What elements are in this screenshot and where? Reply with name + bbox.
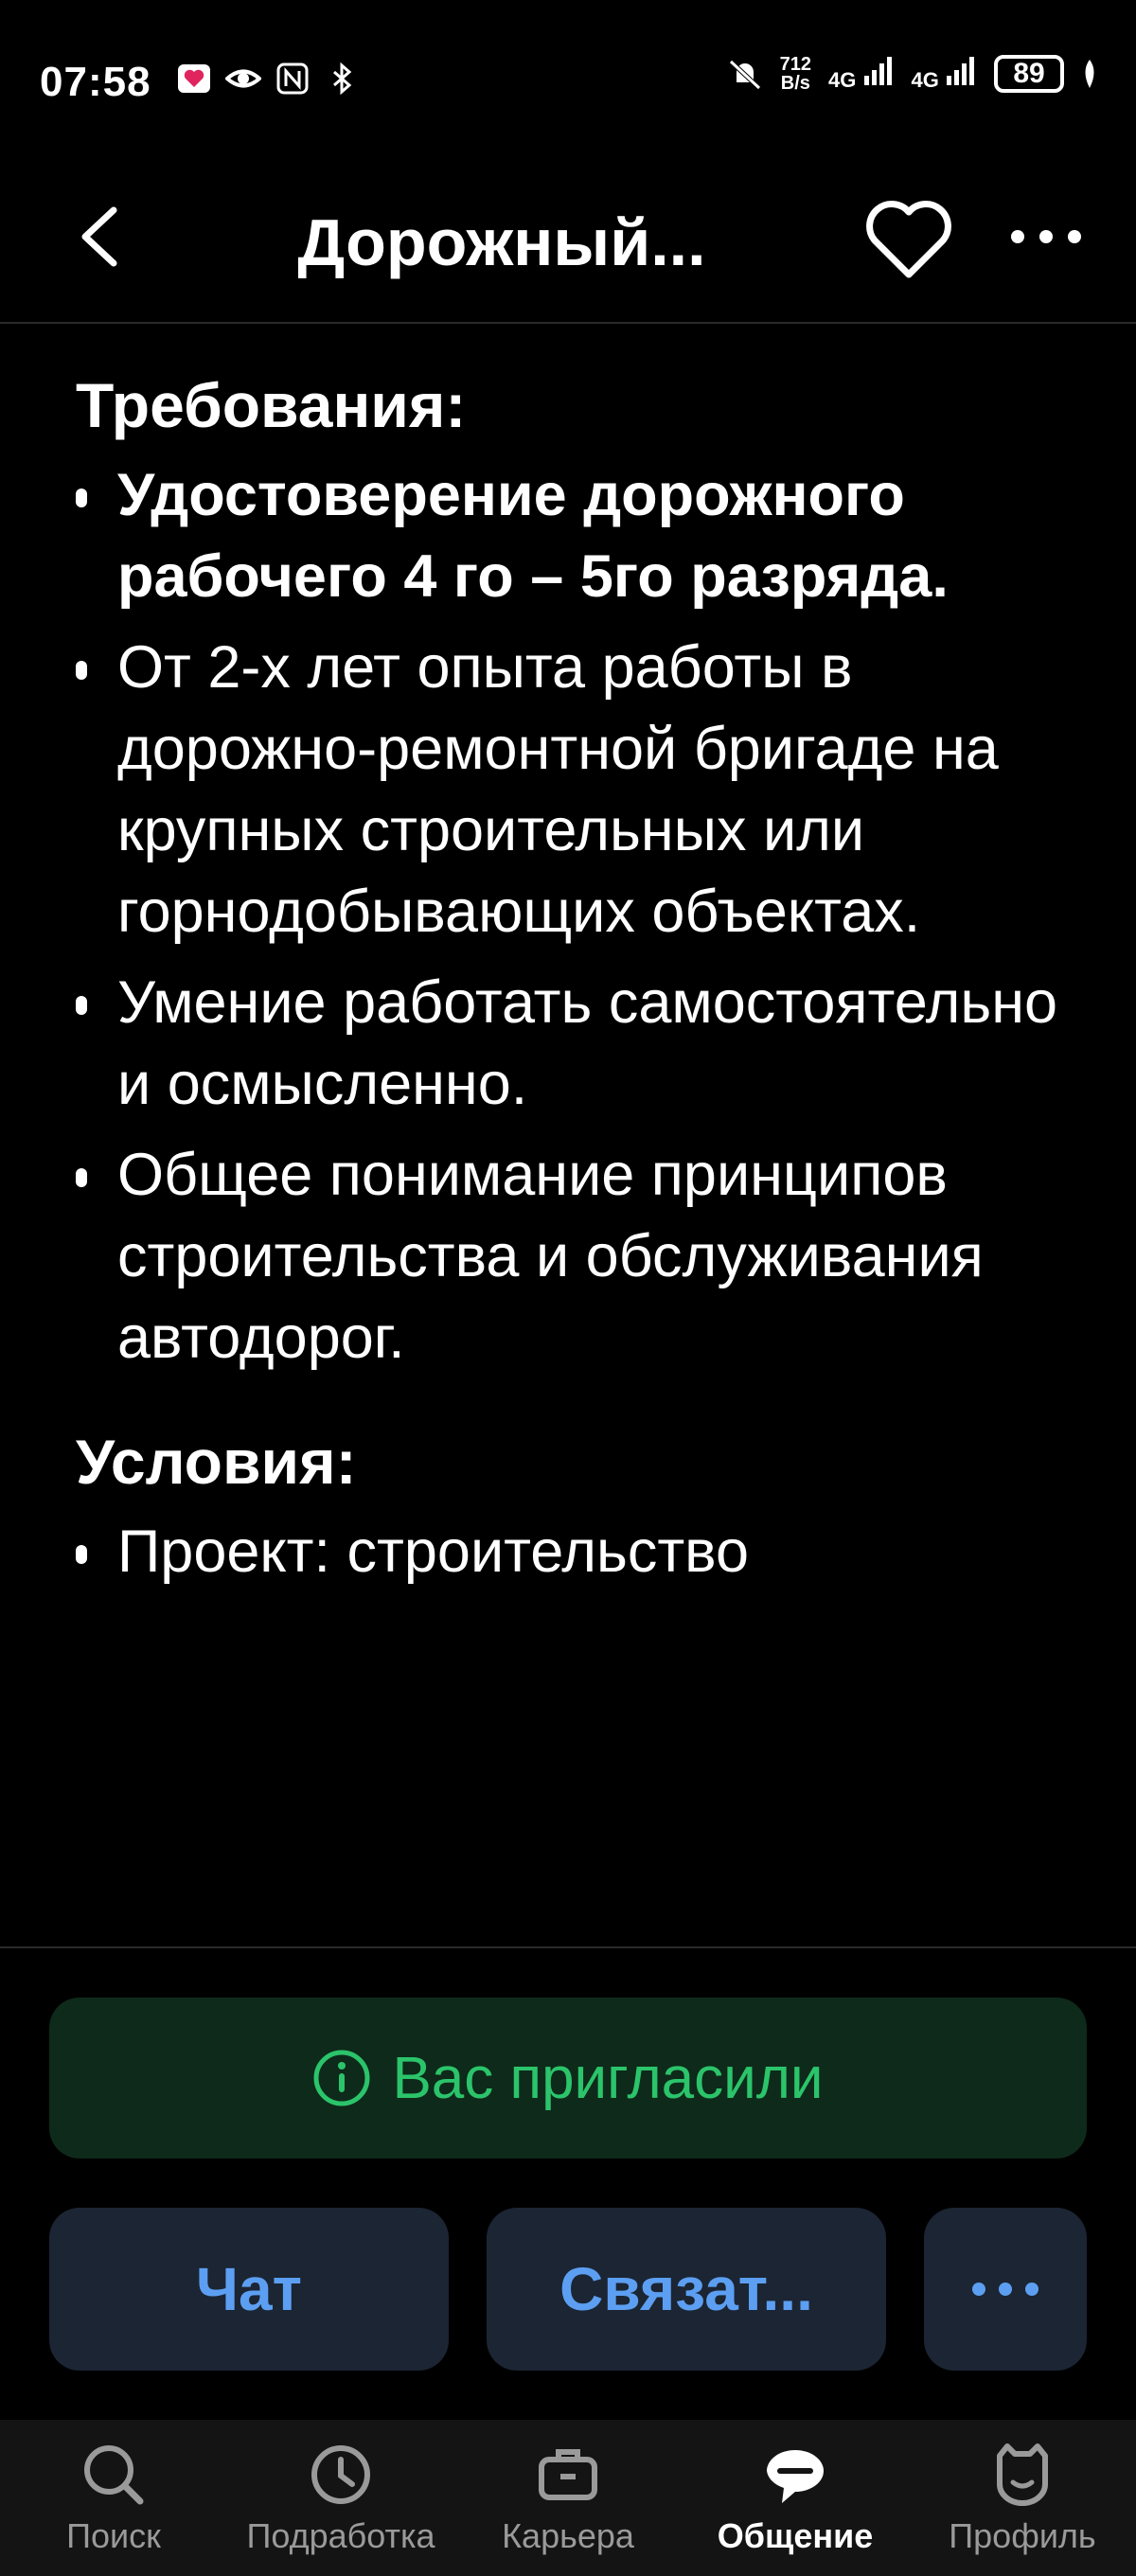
nav-label: Общение — [717, 2516, 874, 2555]
requirements-title: Требования: — [76, 370, 467, 440]
signal-1: 4G — [828, 55, 894, 93]
chat-bubble-icon — [767, 2450, 824, 2503]
nav-label: Подработка — [246, 2516, 435, 2555]
status-left-icons — [176, 61, 360, 97]
battery-indicator: 89 — [994, 55, 1064, 93]
signal-2: 4G — [912, 55, 977, 93]
list-item: Общее понимание принципов строительства … — [76, 1134, 1079, 1378]
leaf-icon — [1085, 60, 1094, 88]
back-chevron-icon[interactable] — [57, 189, 151, 284]
nav-item-messages[interactable]: Общение — [682, 2420, 909, 2576]
profile-icon — [997, 2443, 1048, 2506]
list-item: Проект: строительство — [76, 1511, 1079, 1592]
nav-item-search[interactable]: Поиск — [0, 2420, 227, 2576]
nav-label: Профиль — [949, 2516, 1096, 2555]
signal-bars-icon — [947, 57, 974, 85]
nav-label: Карьера — [502, 2516, 634, 2555]
signal-bars-icon — [863, 57, 892, 85]
heart-app-icon — [178, 64, 210, 93]
requirements-list: Удостоверение дорожного рабочего 4 го – … — [76, 454, 1079, 1378]
bluetooth-icon — [333, 62, 352, 96]
action-buttons: Чат Связат... — [49, 2208, 1087, 2371]
status-right-icons: 712 B/s 4G 4G 89 — [727, 55, 1098, 93]
more-dots-icon — [972, 2283, 1038, 2296]
invite-status-banner: Вас пригласили — [49, 1998, 1087, 2159]
vacancy-description: Требования: Удостоверение дорожного рабо… — [76, 341, 1079, 1950]
eye-icon — [225, 69, 261, 88]
list-item: Удостоверение дорожного рабочего 4 го – … — [76, 454, 1079, 617]
status-time: 07:58 — [40, 59, 151, 105]
more-actions-button[interactable] — [924, 2208, 1087, 2371]
divider — [0, 1946, 1136, 1948]
list-item: От 2-х лет опыта работы в дорожно-ремонт… — [76, 627, 1079, 952]
list-item: Умение работать самостоятельно и осмысле… — [76, 962, 1079, 1125]
contact-button[interactable]: Связат... — [487, 2208, 886, 2371]
status-bar: 07:58 712 B/s 4G 4G 89 — [0, 0, 1136, 170]
mute-bell-icon — [728, 60, 761, 90]
more-dots-icon[interactable] — [1003, 208, 1089, 265]
nav-item-profile[interactable]: Профиль — [909, 2420, 1136, 2576]
conditions-list: Проект: строительство — [76, 1511, 1079, 1592]
bottom-navigation: Поиск Подработка Карьера Общение Профиль — [0, 2420, 1136, 2576]
nav-label: Поиск — [66, 2516, 161, 2555]
search-icon — [84, 2445, 144, 2505]
conditions-title: Условия: — [76, 1427, 357, 1497]
app-header: Дорожный... — [0, 170, 1136, 324]
nav-item-career[interactable]: Карьера — [454, 2420, 682, 2576]
page-title: Дорожный... — [297, 205, 706, 279]
info-icon — [313, 2050, 370, 2106]
heart-favorite-icon[interactable] — [861, 199, 956, 284]
clock-icon — [311, 2445, 370, 2504]
network-speed: 712 B/s — [779, 54, 812, 94]
briefcase-icon — [539, 2449, 597, 2500]
invite-label: Вас пригласили — [392, 2045, 824, 2111]
chat-button[interactable]: Чат — [49, 2208, 449, 2371]
nfc-icon — [276, 62, 309, 95]
nav-item-parttime[interactable]: Подработка — [227, 2420, 454, 2576]
